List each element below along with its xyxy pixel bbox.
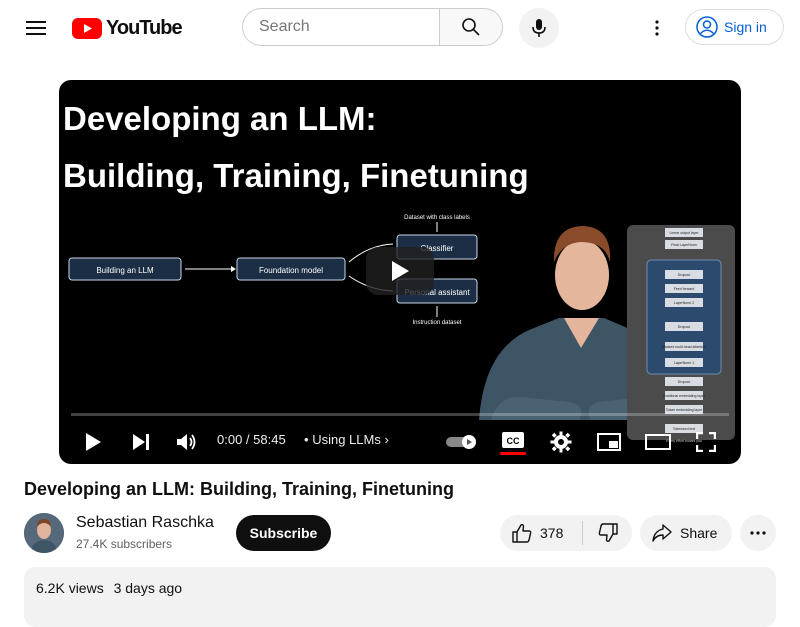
play-button[interactable] [79,428,107,456]
arch-layer-label: Dropout [678,273,690,277]
next-button[interactable] [127,428,155,456]
share-label: Share [680,525,718,541]
like-count: 378 [540,525,564,541]
vertical-dots-icon [655,20,659,36]
chapter-title[interactable]: • Using LLMs › [304,432,389,447]
video-metadata: 6.2K views 3 days ago [36,580,188,596]
settings-button[interactable] [547,428,575,456]
arch-layer-label: Token embedding layer [666,408,703,412]
diagram-box-foundation-label: Foundation model [259,266,323,275]
masthead: YouTube Sign in [0,0,800,56]
subscribe-button[interactable]: Subscribe [236,515,331,551]
sign-in-button[interactable]: Sign in [685,9,784,45]
settings-menu-button[interactable] [637,8,677,48]
channel-name[interactable]: Sebastian Raschka [76,514,214,532]
diagram-box-building-label: Building an LLM [96,266,154,275]
time-display: 0:00 / 58:45 [217,432,286,447]
closed-captions-label: CC [507,436,520,446]
arch-layer-label: LayerNorm 1 [674,361,694,365]
share-icon [652,524,672,542]
upload-date: 3 days ago [113,580,183,596]
diagram-label-top: Dataset with class labels [404,215,470,221]
video-title: Developing an LLM: Building, Training, F… [24,479,454,499]
avatar-image [24,513,64,553]
chapter-label: Using LLMs [312,432,381,447]
chevron-right-icon: › [384,432,389,447]
skip-next-icon [133,434,149,450]
more-actions-button[interactable] [740,515,776,551]
like-dislike-group: 378 [500,515,632,551]
mute-button[interactable] [173,428,201,456]
description-box[interactable]: 6.2K views 3 days ago [24,567,776,627]
youtube-play-logo-icon [72,17,102,39]
play-icon [392,261,409,281]
horizontal-dots-icon [750,531,766,535]
arch-layer-label: Dropout [678,380,690,384]
miniplayer-button[interactable] [595,428,623,456]
voice-search-button[interactable] [519,8,559,48]
search-input[interactable] [242,8,440,46]
theater-mode-icon [645,434,671,450]
gear-icon [550,431,572,453]
play-icon [86,433,101,451]
volume-icon [177,434,196,450]
guide-menu-button[interactable] [16,8,56,48]
fullscreen-button[interactable] [692,428,720,456]
fullscreen-icon [696,432,716,452]
large-play-button[interactable] [366,247,434,295]
view-count: 6.2K views [36,580,104,596]
closed-captions-icon: CC [502,432,524,448]
channel-avatar[interactable] [24,513,64,553]
player-controls: 0:00 / 58:45 • Using LLMs › CC [59,420,741,464]
dislike-button[interactable] [583,515,632,551]
sign-in-label: Sign in [724,19,767,35]
arch-layer-label: Positional embedding layer [663,394,706,398]
search-button[interactable] [439,8,503,46]
theater-mode-button[interactable] [643,428,673,456]
miniplayer-icon [597,433,621,451]
arch-layer-label: Masked multi-head attention [662,345,706,349]
like-button[interactable]: 378 [500,515,582,551]
account-circle-icon [696,16,718,38]
progress-bar[interactable] [71,413,729,416]
arch-layer-label: LayerNorm 2 [674,301,694,305]
subscriber-count: 27.4K subscribers [76,537,173,551]
autoplay-toggle-icon [446,435,476,449]
youtube-logo[interactable]: YouTube [72,14,183,42]
search-icon [462,18,480,36]
subtitles-button[interactable]: CC [500,429,526,451]
diagram-label-bottom: Instruction dataset [412,320,461,326]
arch-layer-label: Dropout [678,325,690,329]
share-button[interactable]: Share [640,515,732,551]
subtitles-active-indicator [500,452,526,455]
arch-layer-label: Linear output layer [670,231,700,235]
logo-text: YouTube [106,16,183,39]
thumbs-down-icon [598,523,618,543]
arch-layer-label: Feed forward [674,287,695,291]
microphone-icon [532,19,546,37]
hamburger-icon [26,21,46,35]
video-player[interactable]: Developing an LLM: Building, Training, F… [59,80,741,464]
arch-layer-label: Final LayerNorm [671,243,697,247]
chapter-separator: • [304,432,309,447]
autoplay-toggle[interactable] [445,431,481,453]
thumbs-up-icon [512,523,532,543]
